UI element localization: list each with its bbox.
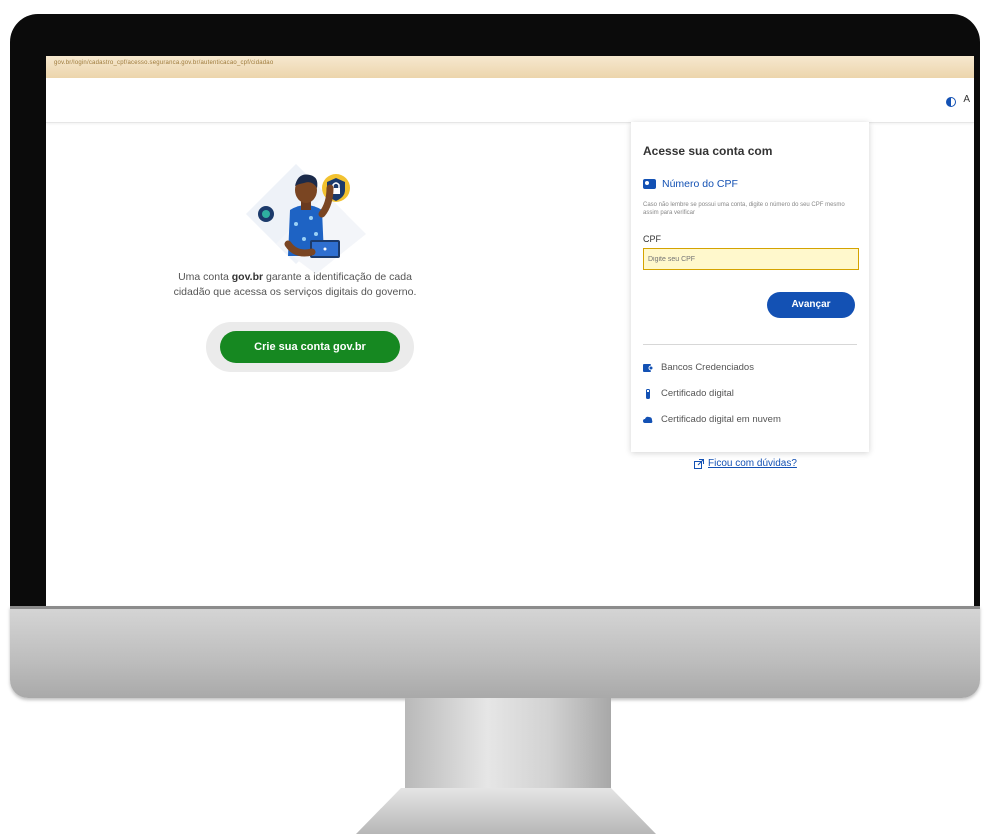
chin-edge (10, 606, 980, 609)
monitor-stand-base (356, 788, 656, 834)
screen: gov.br/login/cadastro_cpf/acesso.seguran… (46, 56, 974, 612)
login-card: Acesse sua conta com Número do CPF Caso … (631, 122, 869, 452)
login-card-title: Acesse sua conta com (643, 144, 773, 158)
contrast-icon[interactable] (946, 97, 956, 107)
monitor-chin (10, 606, 980, 698)
help-link-label: Ficou com dúvidas? (708, 458, 797, 469)
alt-login-banks[interactable]: Bancos Credenciados (643, 362, 754, 373)
intro-prefix: Uma conta (178, 271, 232, 283)
help-link[interactable]: Ficou com dúvidas? (694, 458, 797, 469)
intro-brand: gov.br (231, 271, 264, 283)
alt-label-banks: Bancos Credenciados (661, 362, 754, 373)
accessibility-label[interactable]: A (963, 94, 970, 105)
address-bar[interactable]: gov.br/login/cadastro_cpf/acesso.seguran… (46, 56, 974, 79)
create-account-button[interactable]: Crie sua conta gov.br (220, 331, 400, 363)
monitor-stand-neck (405, 698, 611, 790)
person-with-laptop-illustration (246, 164, 366, 274)
alt-login-digital-certificate[interactable]: Certificado digital (643, 388, 734, 399)
intro-text: Uma conta gov.br garante a identificação… (164, 270, 426, 300)
alt-label-certificate: Certificado digital (661, 388, 734, 399)
cpf-hint-text: Caso não lembre se possui uma conta, dig… (643, 202, 845, 216)
create-account-button-halo: Crie sua conta gov.br (206, 322, 414, 372)
cpf-input[interactable] (643, 248, 859, 270)
cpf-option-label: Número do CPF (662, 178, 738, 190)
external-link-icon (694, 458, 704, 469)
url-text: gov.br/login/cadastro_cpf/acesso.seguran… (54, 60, 274, 66)
cloud-icon (643, 416, 653, 423)
usb-token-icon (646, 388, 650, 399)
alt-login-cloud-certificate[interactable]: Certificado digital em nuvem (643, 414, 781, 425)
site-header: A (46, 78, 974, 123)
monitor-frame: gov.br/login/cadastro_cpf/acesso.seguran… (10, 14, 980, 612)
cpf-field-label: CPF (643, 234, 661, 244)
card-divider (643, 344, 857, 345)
alt-label-cloud: Certificado digital em nuvem (661, 414, 781, 425)
next-button[interactable]: Avançar (767, 292, 855, 318)
id-card-icon (643, 179, 656, 189)
bank-icon (643, 363, 653, 372)
cpf-login-option[interactable]: Número do CPF (643, 178, 738, 190)
